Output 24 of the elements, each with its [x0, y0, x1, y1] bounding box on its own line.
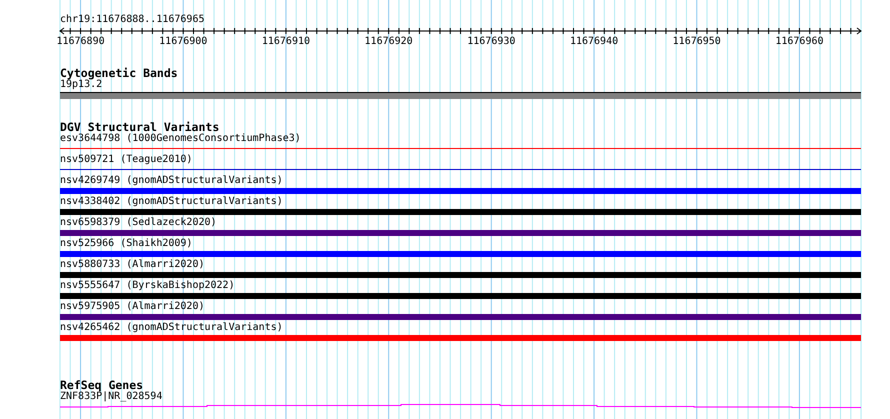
feature-label: nsv5555647 (ByrskaBishop2022): [60, 280, 236, 292]
feature-label: nsv4269749 (gnomADStructuralVariants): [60, 175, 284, 187]
feature-label: ZNF833P|NR_028594: [60, 391, 164, 403]
ruler-tick-label: 11676930: [467, 36, 516, 48]
feature-label: nsv525966 (Shaikh2009): [60, 238, 194, 250]
feature-label: nsv6598379 (Sedlazeck2020): [60, 217, 218, 229]
ruler-tick-label: 11676890: [56, 36, 105, 48]
feature-label: nsv4338402 (gnomADStructuralVariants): [60, 196, 284, 208]
ruler-tick-label: 11676940: [570, 36, 618, 48]
track-title: Cytogenetic Bands: [60, 67, 179, 79]
feature-label: esv3644798 (1000GenomesConsortiumPhase3): [60, 133, 302, 145]
track-title: RefSeq Genes: [60, 379, 144, 391]
ruler-tick-label: 11676910: [262, 36, 310, 48]
feature-label: nsv5975905 (Almarri2020): [60, 301, 206, 313]
track-title: DGV Structural Variants: [60, 121, 220, 133]
ruler-tick-label: 11676900: [159, 36, 208, 48]
feature-label: nsv5880733 (Almarri2020): [60, 259, 206, 271]
feature-label: nsv4265462 (gnomADStructuralVariants): [60, 322, 284, 334]
ruler-tick-label: 11676950: [672, 36, 721, 48]
ruler-position: chr19:11676888..11676965: [60, 14, 206, 26]
feature-label: 19p13.2: [60, 79, 102, 91]
ruler-tick-label: 11676920: [364, 36, 413, 48]
ruler-tick-label: 11676960: [775, 36, 824, 48]
feature-label: nsv509721 (Teague2010): [60, 154, 194, 166]
